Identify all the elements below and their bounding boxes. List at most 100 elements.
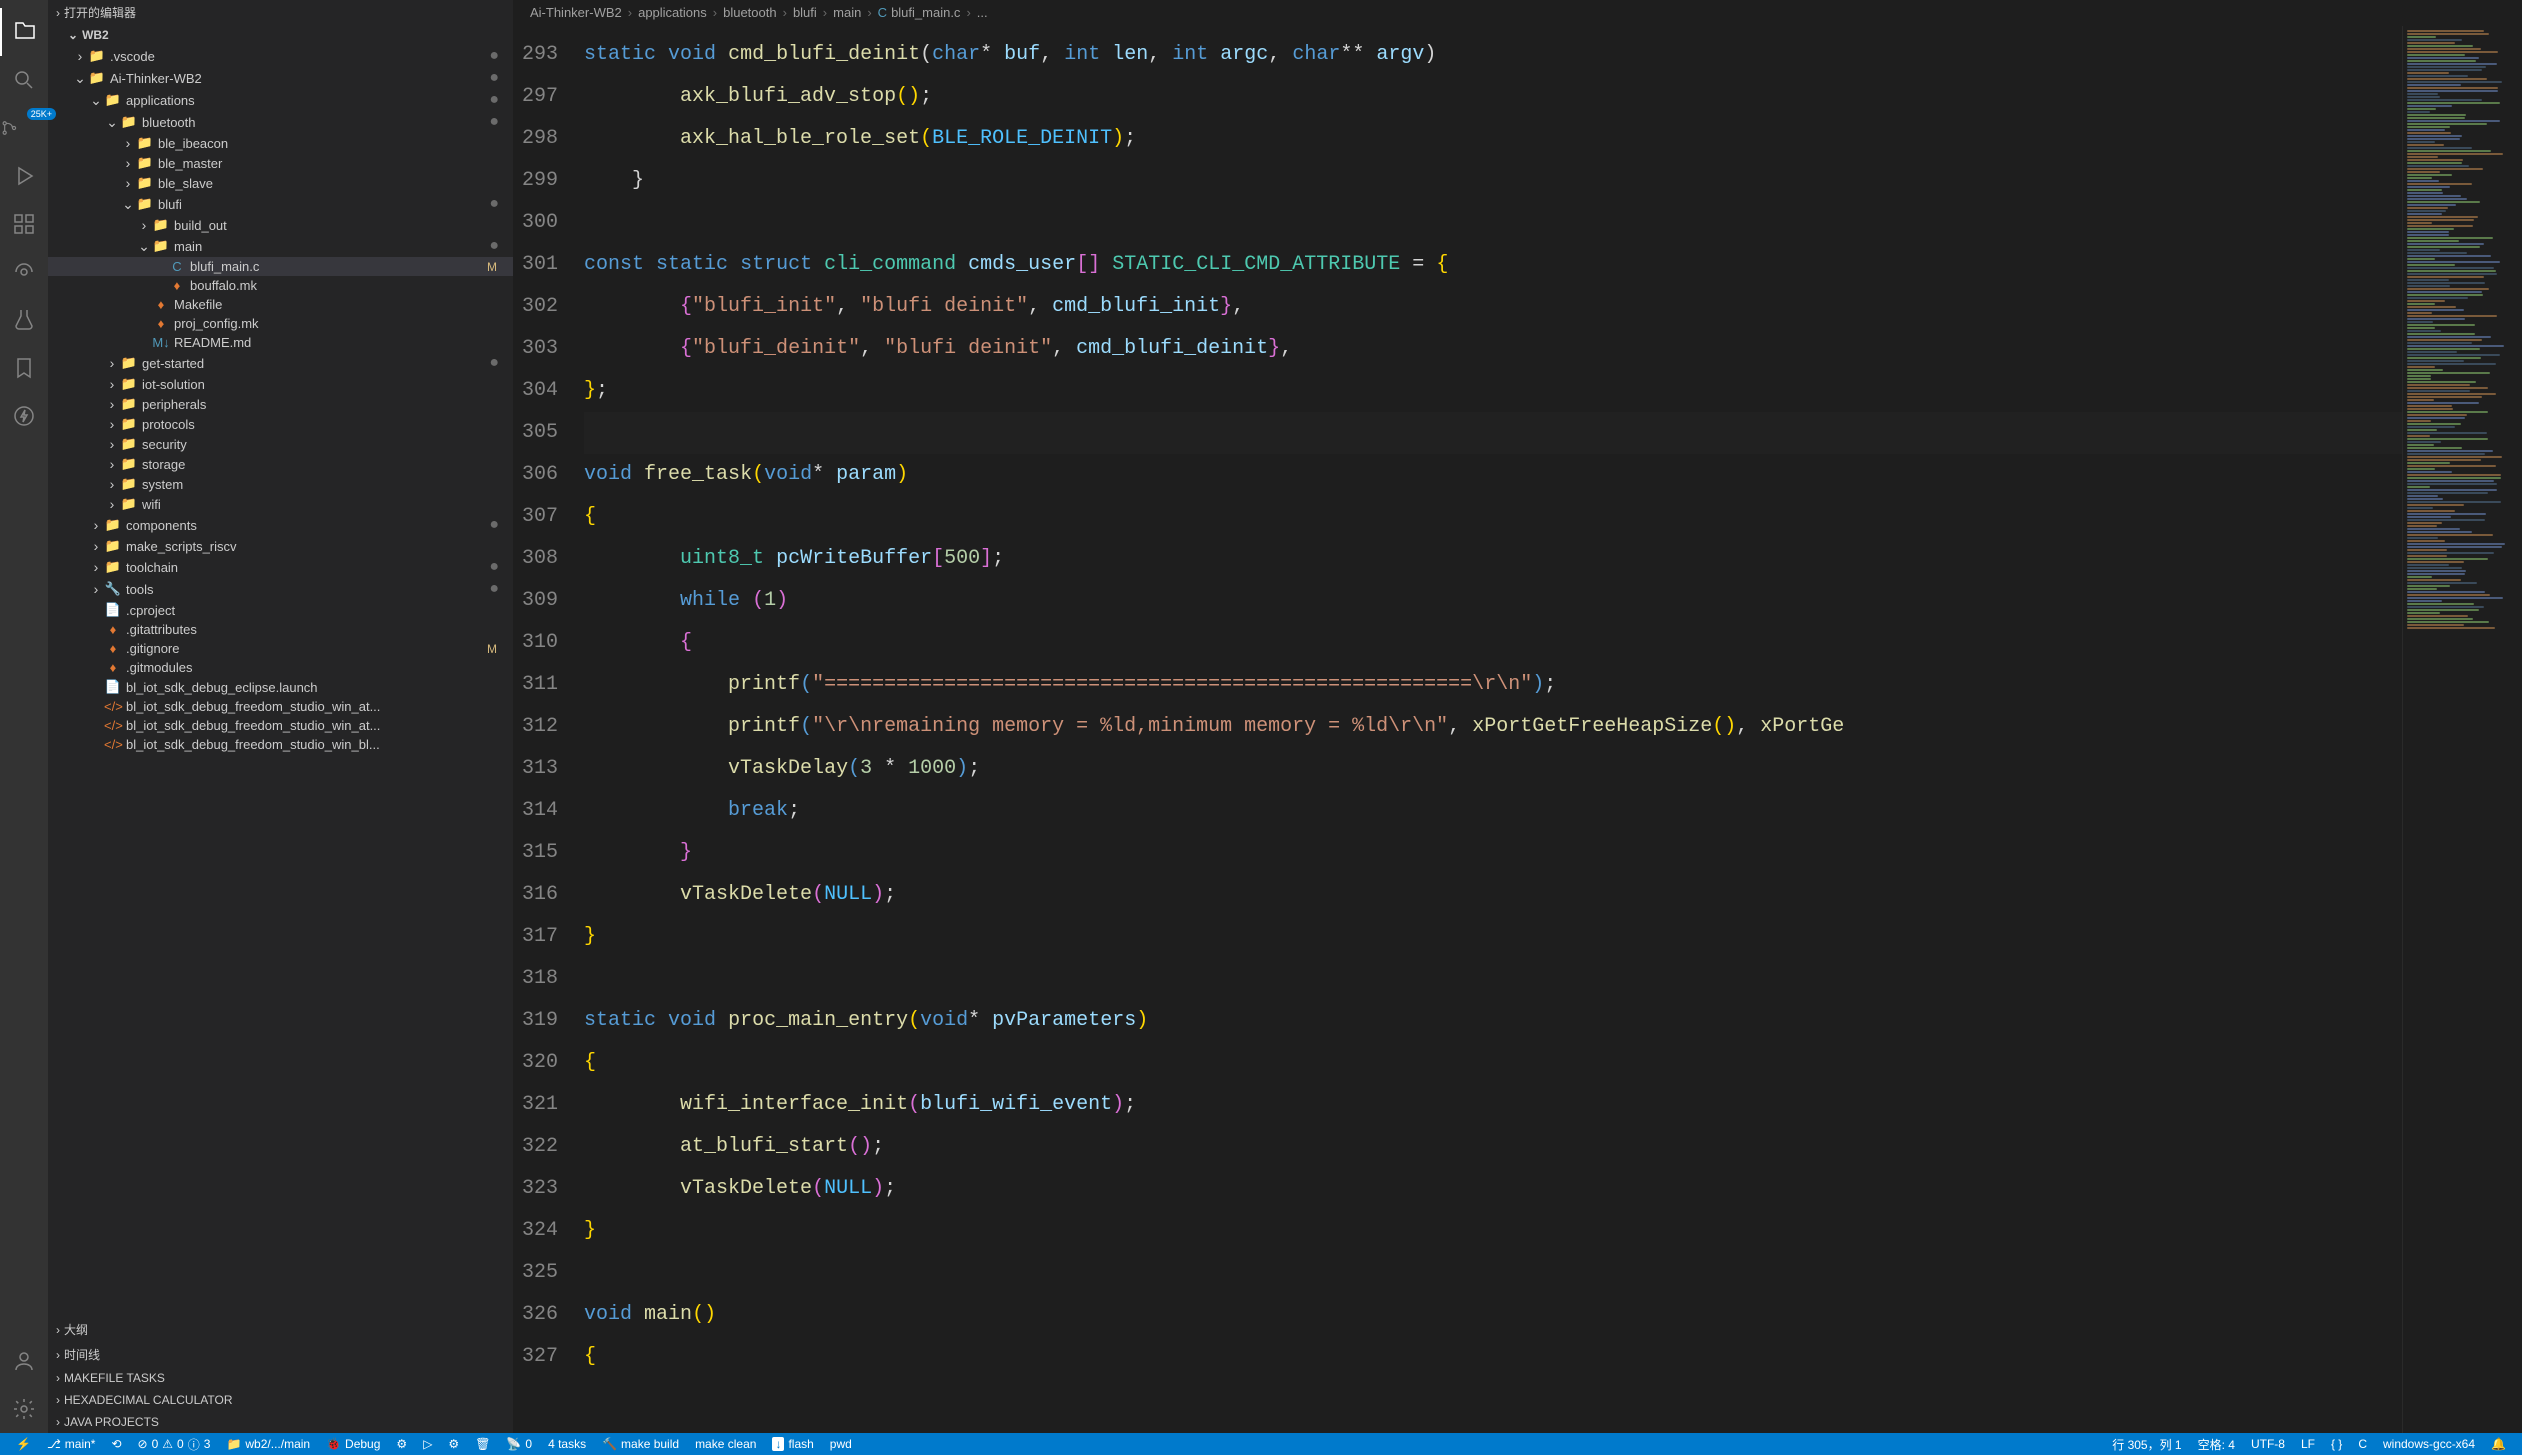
code-line[interactable]: { — [584, 496, 2402, 538]
folder-item[interactable]: ›📁toolchain● — [48, 556, 513, 578]
breadcrumb-segment[interactable]: applications — [638, 5, 707, 20]
indentation-indicator[interactable]: 空格: 4 — [2190, 1436, 2243, 1453]
code-line[interactable] — [584, 412, 2402, 454]
code-line[interactable]: vTaskDelete(NULL); — [584, 1168, 2402, 1210]
file-item[interactable]: M↓README.md — [48, 333, 513, 352]
code-line[interactable]: static void proc_main_entry(void* pvPara… — [584, 1000, 2402, 1042]
folder-item[interactable]: ›📁system — [48, 474, 513, 494]
run-debug-icon[interactable] — [0, 152, 48, 200]
folder-item[interactable]: ›📁ble_slave — [48, 173, 513, 193]
file-item[interactable]: ♦proj_config.mk — [48, 314, 513, 333]
breadcrumbs[interactable]: Ai-Thinker-WB2›applications›bluetooth›bl… — [514, 0, 2522, 26]
make-build-button[interactable]: 🔨make build — [594, 1437, 687, 1451]
folder-item[interactable]: ⌄📁blufi● — [48, 193, 513, 215]
file-item[interactable]: 📄bl_iot_sdk_debug_eclipse.launch — [48, 677, 513, 697]
tasks-indicator[interactable]: 4 tasks — [540, 1437, 594, 1451]
settings-gear-icon[interactable] — [0, 1385, 48, 1433]
code-editor[interactable]: static void cmd_blufi_deinit(char* buf, … — [584, 26, 2402, 1433]
build-settings-icon[interactable]: ⚙ — [440, 1437, 467, 1451]
file-item[interactable]: ♦Makefile — [48, 295, 513, 314]
file-item[interactable]: </>bl_iot_sdk_debug_freedom_studio_win_a… — [48, 716, 513, 735]
code-line[interactable]: { — [584, 1336, 2402, 1378]
language-indicator[interactable]: C — [2350, 1437, 2375, 1451]
file-item[interactable]: ♦.gitignoreM — [48, 639, 513, 658]
breadcrumb-segment[interactable]: main — [833, 5, 861, 20]
file-item[interactable]: ♦.gitattributes — [48, 620, 513, 639]
explorer-icon[interactable] — [0, 8, 48, 56]
code-line[interactable]: { — [584, 622, 2402, 664]
remote-indicator[interactable]: ⚡ — [8, 1437, 39, 1451]
file-item[interactable]: Cblufi_main.cM — [48, 257, 513, 276]
code-line[interactable]: axk_blufi_adv_stop(); — [584, 76, 2402, 118]
folder-item[interactable]: ⌄📁bluetooth● — [48, 111, 513, 133]
thunder-icon[interactable] — [0, 392, 48, 440]
trash-icon[interactable]: 🗑 — [467, 1437, 498, 1451]
path-indicator[interactable]: 📁wb2/.../main — [218, 1437, 318, 1451]
account-icon[interactable] — [0, 1337, 48, 1385]
folder-item[interactable]: ›📁protocols — [48, 414, 513, 434]
branch-indicator[interactable]: ⎇main* — [39, 1437, 104, 1451]
code-line[interactable]: } — [584, 1210, 2402, 1252]
code-line[interactable]: while (1) — [584, 580, 2402, 622]
folder-item[interactable]: ›📁get-started● — [48, 352, 513, 374]
code-line[interactable]: } — [584, 160, 2402, 202]
code-line[interactable]: printf("================================… — [584, 664, 2402, 706]
code-line[interactable]: } — [584, 832, 2402, 874]
code-line[interactable] — [584, 958, 2402, 1000]
code-line[interactable]: wifi_interface_init(blufi_wifi_event); — [584, 1084, 2402, 1126]
testing-icon[interactable] — [0, 296, 48, 344]
folder-item[interactable]: ›📁storage — [48, 454, 513, 474]
outline-header[interactable]: ›大纲 — [48, 1317, 513, 1342]
code-line[interactable]: {"blufi_init", "blufi deinit", cmd_blufi… — [584, 286, 2402, 328]
make-clean-button[interactable]: make clean — [687, 1437, 764, 1451]
extensions-icon[interactable] — [0, 200, 48, 248]
code-line[interactable]: } — [584, 916, 2402, 958]
code-line[interactable]: void free_task(void* param) — [584, 454, 2402, 496]
flash-button[interactable]: ↓flash — [764, 1437, 821, 1451]
file-item[interactable]: ♦.gitmodules — [48, 658, 513, 677]
folder-item[interactable]: ›🔧tools● — [48, 578, 513, 600]
language-bracket[interactable]: { } — [2323, 1437, 2350, 1451]
code-line[interactable]: uint8_t pcWriteBuffer[500]; — [584, 538, 2402, 580]
folder-item[interactable]: ›📁wifi — [48, 494, 513, 514]
java-projects-header[interactable]: ›JAVA PROJECTS — [48, 1411, 513, 1433]
folder-item[interactable]: ›📁components● — [48, 514, 513, 536]
folder-item[interactable]: ⌄📁Ai-Thinker-WB2● — [48, 67, 513, 89]
folder-item[interactable]: ›📁security — [48, 434, 513, 454]
folder-item[interactable]: ›📁build_out — [48, 215, 513, 235]
folder-item[interactable]: ›📁ble_master — [48, 153, 513, 173]
code-line[interactable] — [584, 1252, 2402, 1294]
file-item[interactable]: ♦bouffalo.mk — [48, 276, 513, 295]
code-line[interactable]: vTaskDelete(NULL); — [584, 874, 2402, 916]
folder-item[interactable]: ›📁make_scripts_riscv — [48, 536, 513, 556]
workspace-header[interactable]: ⌄WB2 — [48, 25, 513, 45]
search-icon[interactable] — [0, 56, 48, 104]
code-line[interactable]: at_blufi_start(); — [584, 1126, 2402, 1168]
folder-item[interactable]: ›📁iot-solution — [48, 374, 513, 394]
breadcrumb-segment[interactable]: blufi_main.c — [891, 5, 960, 20]
breadcrumb-segment[interactable]: bluetooth — [723, 5, 777, 20]
hex-calc-header[interactable]: ›HEXADECIMAL CALCULATOR — [48, 1389, 513, 1411]
code-line[interactable]: }; — [584, 370, 2402, 412]
sync-indicator[interactable]: ⟲ — [103, 1437, 129, 1451]
code-line[interactable] — [584, 202, 2402, 244]
source-control-icon[interactable]: 25K+ — [0, 104, 48, 152]
bookmark-icon[interactable] — [0, 344, 48, 392]
open-editors-header[interactable]: ›打开的编辑器 — [48, 0, 513, 25]
code-line[interactable]: axk_hal_ble_role_set(BLE_ROLE_DEINIT); — [584, 118, 2402, 160]
file-item[interactable]: </>bl_iot_sdk_debug_freedom_studio_win_b… — [48, 735, 513, 754]
code-line[interactable]: void main() — [584, 1294, 2402, 1336]
debug-config[interactable]: 🐞Debug — [318, 1437, 388, 1451]
code-line[interactable]: printf("\r\nremaining memory = %ld,minim… — [584, 706, 2402, 748]
encoding-indicator[interactable]: UTF-8 — [2243, 1437, 2293, 1451]
notifications-icon[interactable]: 🔔 — [2483, 1437, 2514, 1451]
timeline-header[interactable]: ›时间线 — [48, 1342, 513, 1367]
pwd-button[interactable]: pwd — [822, 1437, 860, 1451]
problems-indicator[interactable]: ⊘0 ⚠0 ⓘ3 — [130, 1436, 219, 1453]
code-line[interactable]: { — [584, 1042, 2402, 1084]
minimap[interactable] — [2402, 26, 2522, 1433]
remote-icon[interactable] — [0, 248, 48, 296]
breadcrumb-segment[interactable]: blufi — [793, 5, 817, 20]
code-line[interactable]: static void cmd_blufi_deinit(char* buf, … — [584, 34, 2402, 76]
folder-item[interactable]: ›📁.vscode● — [48, 45, 513, 67]
